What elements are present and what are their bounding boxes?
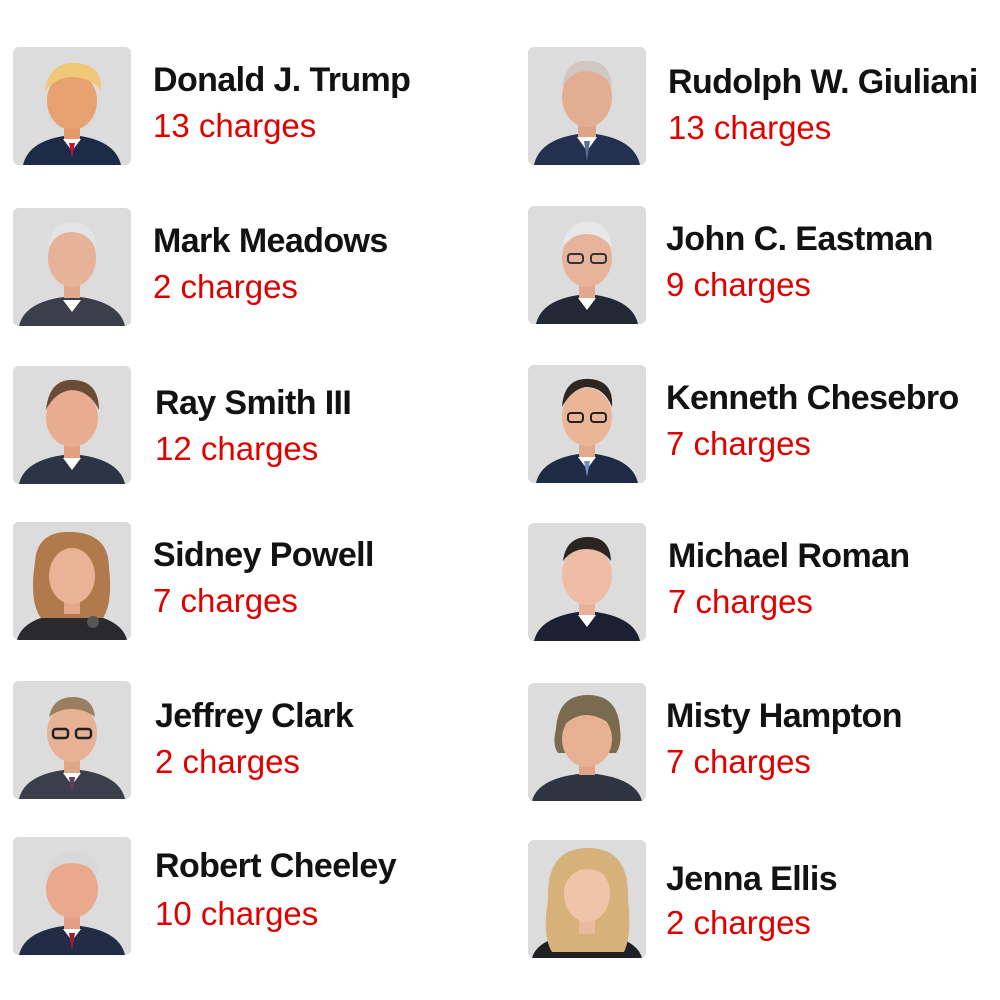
defendant-card: John C. Eastman 9 charges [528,206,1000,326]
defendant-card: Michael Roman 7 charges [528,523,1000,643]
defendant-charges: 12 charges [155,430,319,467]
defendant-name: Donald J. Trump [153,61,411,99]
person-portrait-icon [528,840,646,958]
defendant-charges: 7 charges [666,425,811,462]
person-portrait-icon [13,837,131,955]
defendant-name: Ray Smith III [155,384,352,422]
defendant-card: Robert Cheeley 10 charges [13,837,493,957]
defendant-charges: 2 charges [666,904,811,941]
defendant-name: Michael Roman [668,537,910,575]
defendant-card: Mark Meadows 2 charges [13,208,493,328]
defendant-charges: 13 charges [668,109,832,146]
defendant-name: Jeffrey Clark [155,697,354,735]
defendant-card: Donald J. Trump 13 charges [13,47,493,167]
defendant-name: Mark Meadows [153,222,388,260]
person-portrait-icon [528,206,646,324]
defendant-name: Sidney Powell [153,536,374,574]
person-portrait-icon [13,681,131,799]
defendant-name: Robert Cheeley [155,847,397,885]
defendant-charges: 7 charges [668,583,813,620]
defendant-name: Kenneth Chesebro [666,379,959,417]
person-portrait-icon [528,365,646,483]
person-portrait-icon [528,47,646,165]
person-portrait-icon [13,47,131,165]
defendant-card: Rudolph W. Giuliani 13 charges [528,47,1000,167]
defendant-name: Rudolph W. Giuliani [668,63,978,101]
defendant-charges: 10 charges [155,895,319,932]
person-portrait-icon [13,366,131,484]
defendant-name: Jenna Ellis [666,860,838,898]
defendant-charges: 13 charges [153,107,317,144]
defendant-card: Ray Smith III 12 charges [13,366,493,486]
defendant-name: Misty Hampton [666,697,902,735]
defendant-card: Kenneth Chesebro 7 charges [528,365,1000,485]
defendant-charges: 9 charges [666,266,811,303]
defendant-card: Sidney Powell 7 charges [13,522,493,642]
defendant-charges: 2 charges [153,268,298,305]
defendant-card: Jenna Ellis 2 charges [528,840,1000,960]
person-portrait-icon [528,683,646,801]
defendant-charges: 2 charges [155,743,300,780]
defendant-card: Jeffrey Clark 2 charges [13,681,493,801]
defendant-charges: 7 charges [153,582,298,619]
defendant-card: Misty Hampton 7 charges [528,683,1000,803]
defendant-name: John C. Eastman [666,220,933,258]
person-portrait-icon [13,208,131,326]
defendants-grid: Donald J. Trump 13 charges Rudolph W. Gi… [0,0,1000,1000]
person-portrait-icon [528,523,646,641]
person-portrait-icon [13,522,131,640]
defendant-charges: 7 charges [666,743,811,780]
